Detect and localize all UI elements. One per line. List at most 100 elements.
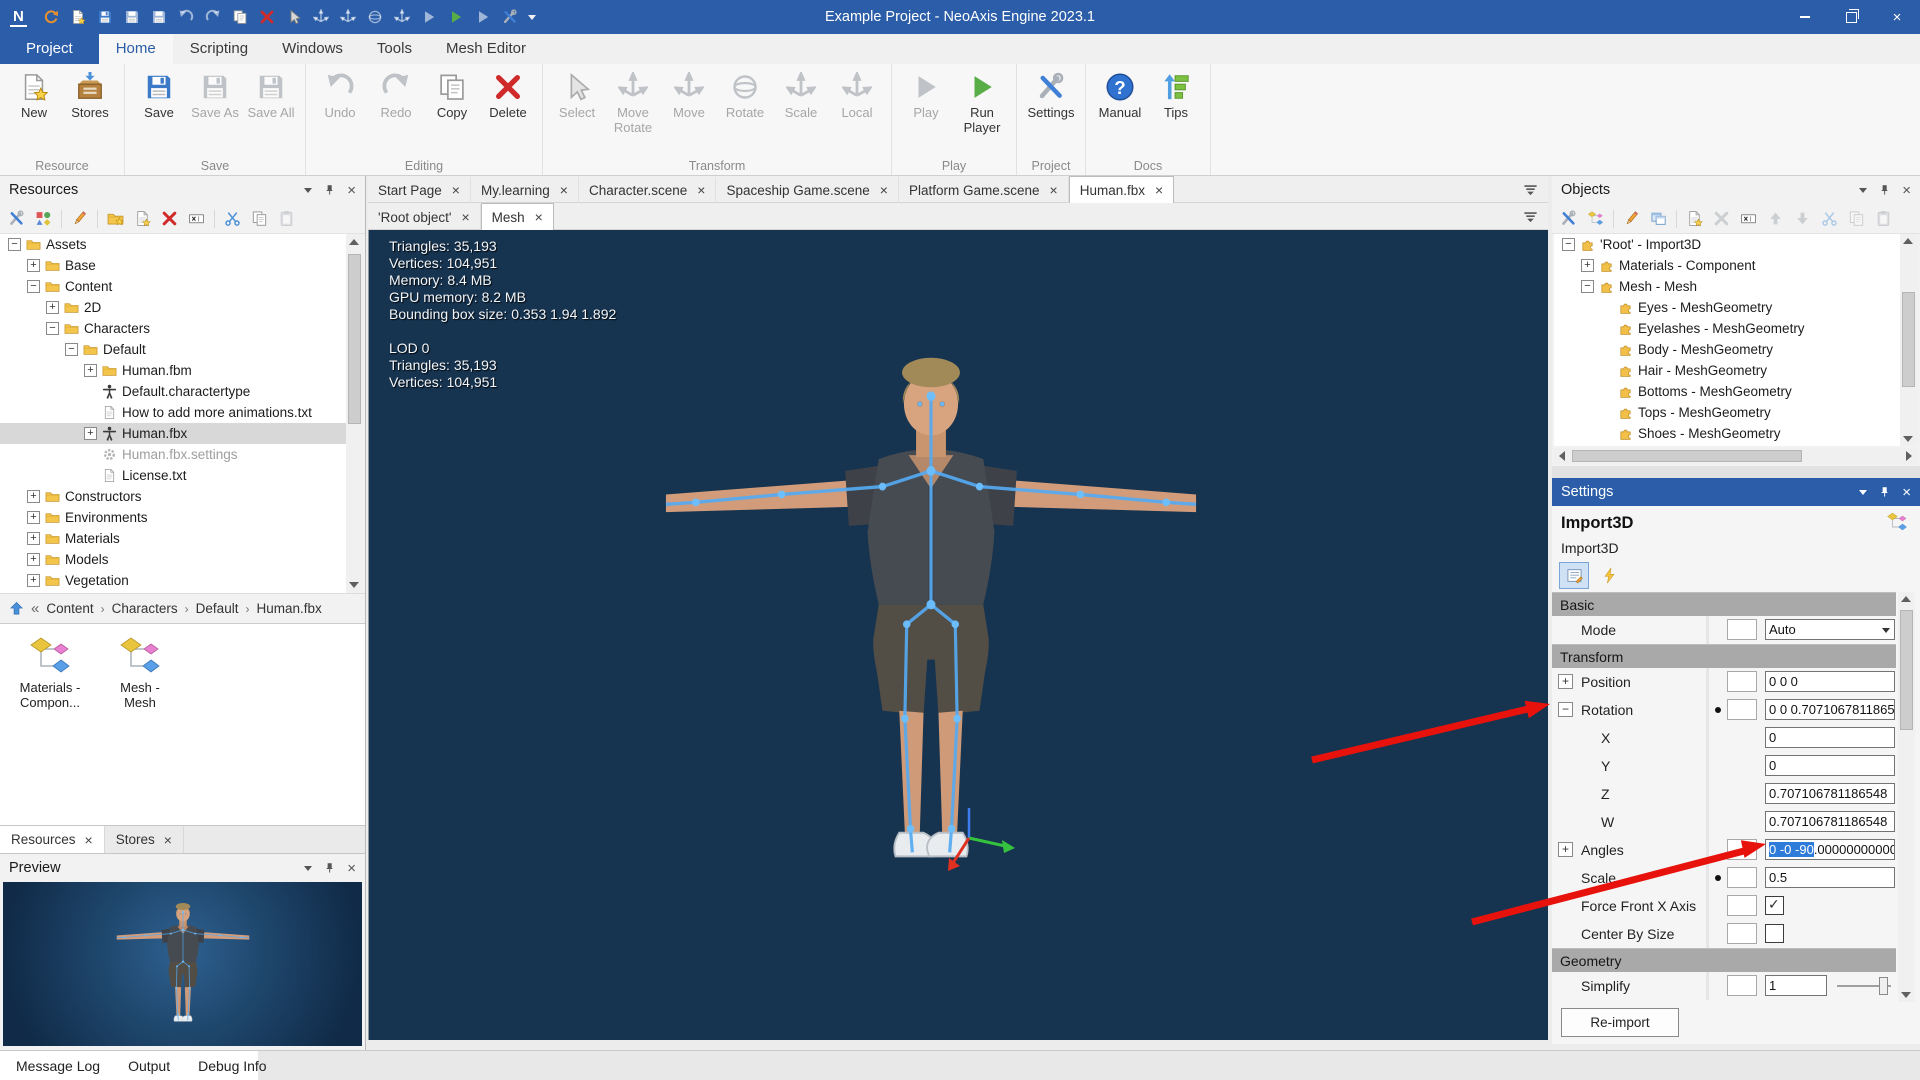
- minimize-button[interactable]: [1782, 0, 1828, 34]
- property-checkbox[interactable]: [1765, 896, 1784, 915]
- default-value-box[interactable]: [1727, 895, 1757, 916]
- ribbon-button-move-rotate[interactable]: Move Rotate: [605, 68, 661, 135]
- qat-rotate-button[interactable]: [366, 8, 384, 26]
- tree-expander[interactable]: −: [8, 238, 21, 251]
- panel-splitter[interactable]: [1552, 466, 1920, 478]
- ribbon-button-manual[interactable]: Manual: [1092, 68, 1148, 121]
- doc-tab-spaceship-game-scene[interactable]: Spaceship Game.scene ×: [716, 177, 899, 203]
- scroll-down-icon[interactable]: [349, 582, 359, 588]
- property-field[interactable]: 0: [1765, 727, 1895, 748]
- tree-row-models[interactable]: + Models: [0, 549, 346, 570]
- scroll-down-icon[interactable]: [1903, 436, 1913, 442]
- default-value-box[interactable]: [1727, 699, 1757, 720]
- ribbon-tab-scripting[interactable]: Scripting: [173, 34, 265, 64]
- pin-icon[interactable]: [323, 862, 336, 875]
- tree-row-assets[interactable]: − Assets: [0, 234, 346, 255]
- tree-expander[interactable]: −: [1581, 280, 1594, 293]
- scroll-up-icon[interactable]: [349, 239, 359, 245]
- tree-expander[interactable]: +: [27, 511, 40, 524]
- tree-row-eyelashes-meshgeometry[interactable]: Eyelashes - MeshGeometry: [1554, 318, 1900, 339]
- property-field[interactable]: 0 -0 -90.00000000000: [1765, 839, 1895, 860]
- ribbon-button-stores[interactable]: Stores: [62, 68, 118, 121]
- property-checkbox[interactable]: [1765, 924, 1784, 943]
- qat-save-all-button[interactable]: [150, 8, 168, 26]
- default-value-box[interactable]: [1727, 923, 1757, 944]
- resources-tree-scrollbar[interactable]: [346, 234, 363, 593]
- close-button[interactable]: ×: [1874, 0, 1920, 34]
- scroll-right-icon[interactable]: [1906, 451, 1912, 461]
- resource-item-materials-compon-[interactable]: Materials - Compon...: [8, 636, 92, 710]
- toolbar-display-options-button[interactable]: [34, 209, 53, 228]
- bottom-tab-debug-info[interactable]: Debug Info: [198, 1058, 267, 1074]
- ribbon-button-run-player[interactable]: Run Player: [954, 68, 1010, 135]
- tree-row-default-charactertype[interactable]: Default.charactertype: [0, 381, 346, 402]
- property-field[interactable]: 0.707106781186548: [1765, 811, 1895, 832]
- toolbar-delete-gray-button[interactable]: [1712, 209, 1731, 228]
- tab-close-icon[interactable]: ×: [1155, 182, 1163, 198]
- qat-select-button[interactable]: [285, 8, 303, 26]
- tree-expander[interactable]: −: [65, 343, 78, 356]
- tree-row--root-import3d[interactable]: − 'Root' - Import3D: [1554, 234, 1900, 255]
- doc-tab-human-fbx[interactable]: Human.fbx ×: [1068, 176, 1175, 203]
- toolbar-rename-button[interactable]: [1739, 209, 1758, 228]
- ribbon-tab-project[interactable]: Project: [0, 34, 99, 64]
- tree-row-materials-component[interactable]: + Materials - Component: [1554, 255, 1900, 276]
- scrollbar-thumb[interactable]: [1900, 610, 1913, 730]
- toolbar-component-button[interactable]: [1586, 209, 1605, 228]
- tree-expander[interactable]: +: [84, 364, 97, 377]
- bottom-tab-message-log[interactable]: Message Log: [16, 1058, 100, 1074]
- scroll-up-icon[interactable]: [1901, 596, 1911, 602]
- default-value-box[interactable]: [1727, 619, 1757, 640]
- settings-scrollbar[interactable]: [1898, 592, 1915, 1002]
- qat-run-player-button[interactable]: [447, 8, 465, 26]
- tab-close-icon[interactable]: ×: [85, 832, 93, 848]
- tree-row-shoes-meshgeometry[interactable]: Shoes - MeshGeometry: [1554, 423, 1900, 444]
- toolbar-cut-button[interactable]: [223, 209, 242, 228]
- qat-play-button[interactable]: [420, 8, 438, 26]
- qat-undo-button[interactable]: [177, 8, 195, 26]
- scroll-down-icon[interactable]: [1901, 992, 1911, 998]
- ribbon-button-undo[interactable]: Undo: [312, 68, 368, 121]
- tab-close-icon[interactable]: ×: [880, 182, 888, 198]
- tree-expander[interactable]: +: [84, 427, 97, 440]
- toolbar-copy-button[interactable]: [1847, 209, 1866, 228]
- tree-row-bottoms-meshgeometry[interactable]: Bottoms - MeshGeometry: [1554, 381, 1900, 402]
- doc-tab-start-page[interactable]: Start Page ×: [368, 177, 471, 203]
- ribbon-button-move[interactable]: Move: [661, 68, 717, 121]
- tree-row-environments[interactable]: + Environments: [0, 507, 346, 528]
- ribbon-tab-mesh-editor[interactable]: Mesh Editor: [429, 34, 543, 64]
- tab-list-icon[interactable]: [1523, 182, 1538, 197]
- tree-expander[interactable]: +: [27, 532, 40, 545]
- 3d-viewport[interactable]: Triangles: 35,193 Vertices: 104,951 Memory…: [368, 230, 1548, 1040]
- tree-row-characters[interactable]: − Characters: [0, 318, 346, 339]
- property-field[interactable]: 0.5: [1765, 867, 1895, 888]
- qat-dropdown-icon[interactable]: [527, 14, 536, 20]
- close-icon[interactable]: ×: [1902, 183, 1911, 198]
- toolbar-add-window-button[interactable]: [1649, 209, 1668, 228]
- toolbar-new-folder-button[interactable]: [106, 209, 125, 228]
- toolbar-settings-tools-button[interactable]: [7, 209, 26, 228]
- qat-sync-button[interactable]: [42, 8, 60, 26]
- doc-tab--root-object-[interactable]: 'Root object' ×: [368, 204, 481, 230]
- toolbar-rename-button[interactable]: [187, 209, 206, 228]
- panel-tab-resources[interactable]: Resources ×: [0, 826, 105, 853]
- tab-close-icon[interactable]: ×: [535, 209, 543, 225]
- qat-copy-button[interactable]: [231, 8, 249, 26]
- qat-scale-button[interactable]: [393, 8, 411, 26]
- tree-expander[interactable]: +: [27, 574, 40, 587]
- scroll-left-icon[interactable]: [1559, 451, 1565, 461]
- property-field[interactable]: 0: [1765, 755, 1895, 776]
- up-directory-icon[interactable]: [9, 601, 24, 616]
- tree-expander[interactable]: +: [27, 553, 40, 566]
- preview-viewport[interactable]: [3, 882, 362, 1046]
- scrollbar-thumb[interactable]: [1572, 450, 1802, 462]
- toolbar-paste-button[interactable]: [1874, 209, 1893, 228]
- toolbar-paste-button[interactable]: [277, 209, 296, 228]
- objects-tree-scrollbar[interactable]: [1900, 234, 1917, 446]
- property-dropdown[interactable]: Auto: [1765, 619, 1895, 640]
- pin-icon[interactable]: [1878, 486, 1891, 499]
- objects-tree-hscrollbar[interactable]: [1554, 448, 1917, 464]
- qat-play-solo-button[interactable]: [474, 8, 492, 26]
- tree-expander[interactable]: −: [1562, 238, 1575, 251]
- tree-row-2d[interactable]: +2D: [0, 297, 346, 318]
